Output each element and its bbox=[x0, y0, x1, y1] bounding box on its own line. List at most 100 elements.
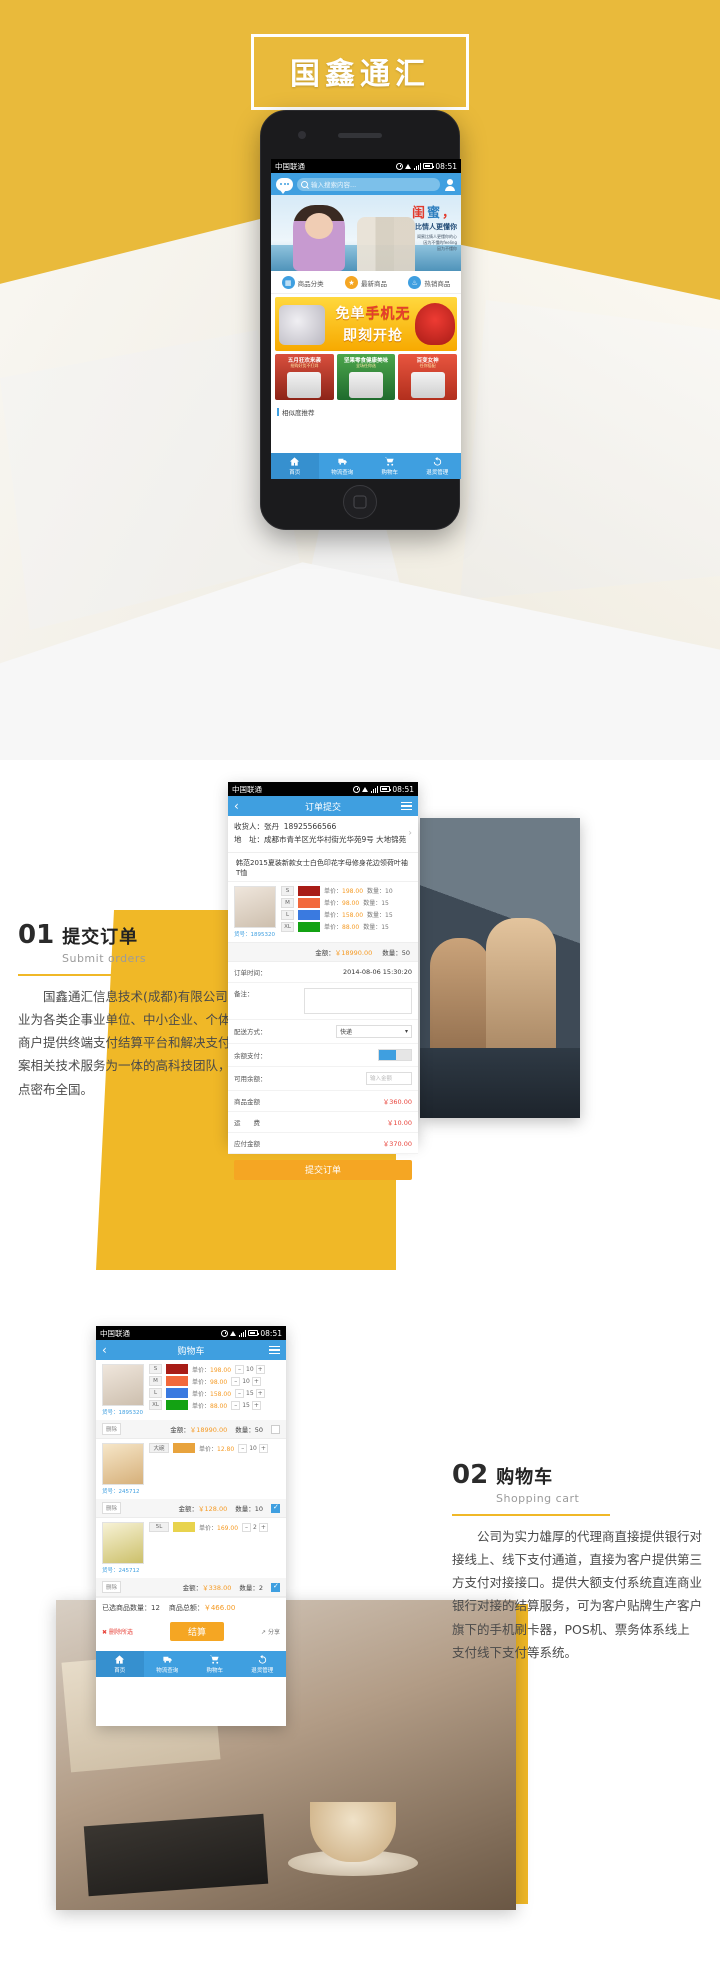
search-input[interactable]: 输入搜索内容... bbox=[297, 177, 440, 191]
note-textarea[interactable] bbox=[304, 987, 412, 1014]
order-nav-bar: ‹ 订单提交 bbox=[228, 796, 418, 816]
hero-banner[interactable]: 闺蜜， 比情人更懂你 闺蜜比情人更懂你的心 因为不懂的feeling 因为不懂你 bbox=[271, 195, 461, 271]
section2-heading: 01 提交订单 bbox=[18, 920, 253, 950]
delete-item[interactable]: 删除 bbox=[102, 1581, 122, 1593]
wifi-icon bbox=[405, 163, 412, 170]
page-title: 订单提交 bbox=[304, 802, 341, 813]
phone-screen-cart: 中国联通 08:51 ‹ 购物车 货号：1895320 S 单价：198.00 … bbox=[96, 1326, 286, 1726]
section-title: 购物车 bbox=[496, 1467, 554, 1488]
quicknav-item-category[interactable]: ▦ 商品分类 bbox=[271, 276, 334, 289]
tab-label: 退货管理 bbox=[251, 1668, 274, 1674]
brand-logo: 国鑫通汇 bbox=[251, 34, 469, 110]
product-thumb-block: 货号：245712 bbox=[102, 1443, 144, 1495]
signal-icon bbox=[239, 1330, 247, 1337]
menu-icon[interactable] bbox=[269, 1345, 280, 1355]
share-button[interactable]: ↗ 分享 bbox=[261, 1627, 280, 1636]
promo-card[interactable]: 坚果零食健康美味 全场任你选 bbox=[336, 354, 396, 400]
coupon-input[interactable]: 输入金额 bbox=[366, 1071, 412, 1085]
shipping-select[interactable]: 快递 ▾ bbox=[336, 1024, 412, 1038]
product-thumb-block: 货号：1895320 bbox=[234, 885, 276, 938]
color-swatch bbox=[166, 1364, 188, 1374]
item-checkbox[interactable] bbox=[271, 1582, 280, 1592]
promo-card[interactable]: 百变女神 任你搭配 bbox=[398, 354, 458, 400]
tab-logistics[interactable]: 物流查询 bbox=[319, 453, 367, 479]
size-badge: XL bbox=[281, 921, 294, 932]
cart-total-row: 已选商品数量：12 商品总额：￥466.00 bbox=[96, 1597, 286, 1618]
promo-card[interactable]: 五月狂欢来袭 抢购好货不打烊 bbox=[275, 354, 334, 400]
delete-item[interactable]: 删除 bbox=[102, 1502, 122, 1514]
quantity-stepper[interactable]: –15 + bbox=[231, 1400, 261, 1410]
unit-price: 单价：198.00 bbox=[192, 1366, 232, 1374]
address-label: 地 址： bbox=[234, 834, 264, 844]
minus-icon: – bbox=[238, 1443, 248, 1453]
unit-price: 单价：198.00 bbox=[324, 888, 364, 895]
cart-item-summary: 删除 金额：￥338.00 数量：2 bbox=[96, 1578, 286, 1596]
order-note-row: 备注： bbox=[228, 982, 418, 1020]
quantity: 数量：15 bbox=[363, 900, 389, 907]
new-icon: ★ bbox=[344, 276, 358, 289]
battery-icon bbox=[423, 163, 435, 169]
delete-button: 删除 bbox=[102, 1502, 122, 1514]
unit-price: 单价：98.00 bbox=[324, 900, 360, 907]
promo-banner[interactable]: 免单手机无 即刻开抢 bbox=[275, 297, 457, 351]
receiver-address-row[interactable]: 收货人：张丹 18925566566 地 址：成都市青羊区光华村街光华苑9号 大… bbox=[228, 816, 418, 853]
quantity-stepper[interactable]: –15 + bbox=[235, 1388, 265, 1398]
order-time-row: 订单时间： 2014-08-06 15:30:20 bbox=[228, 961, 418, 983]
tab-cart[interactable]: 购物车 bbox=[191, 1651, 239, 1677]
product-sn: 货号：1895320 bbox=[102, 1410, 143, 1416]
product-thumb-block: 货号：245712 bbox=[102, 1522, 144, 1574]
size-badge: XL bbox=[149, 1400, 162, 1410]
item-checkbox[interactable] bbox=[271, 1503, 280, 1513]
shipping-label: 配送方式： bbox=[234, 1028, 267, 1036]
clock-time: 08:51 bbox=[260, 1328, 282, 1338]
hot-icon: ♨ bbox=[408, 276, 422, 289]
shipping-value: 快递 bbox=[340, 1028, 353, 1036]
cart-item-totals: 金额：￥18990.00 数量：50 bbox=[170, 1424, 280, 1434]
tab-logistics[interactable]: 物流查询 bbox=[144, 1651, 192, 1677]
size-row: L 单价：158.00 数量：15 bbox=[281, 909, 412, 920]
receiver-label: 收货人： bbox=[234, 822, 264, 831]
tab-home[interactable]: 首页 bbox=[271, 453, 319, 479]
delete-item[interactable]: 删除 bbox=[102, 1423, 122, 1435]
checkout-button[interactable]: 结算 bbox=[169, 1622, 224, 1641]
chat-icon[interactable] bbox=[276, 177, 293, 194]
color-swatch bbox=[166, 1388, 188, 1398]
item-checkbox[interactable] bbox=[271, 1424, 280, 1434]
carrier-label: 中国联通 bbox=[100, 1328, 130, 1338]
total-amount: 商品总额：￥466.00 bbox=[168, 1604, 236, 1612]
tab-cart[interactable]: 购物车 bbox=[366, 453, 414, 479]
color-swatch bbox=[173, 1522, 195, 1532]
product-thumb-block: 货号：1895320 bbox=[102, 1364, 144, 1416]
size-badge: L bbox=[149, 1388, 162, 1398]
delete-selected-button[interactable]: ✖ 删除所选 bbox=[102, 1627, 133, 1636]
account-icon[interactable] bbox=[444, 178, 456, 191]
receiver-name: 张丹 bbox=[264, 822, 279, 831]
truck-icon bbox=[338, 458, 347, 465]
tab-returns[interactable]: 退货管理 bbox=[414, 453, 462, 479]
quantity-stepper[interactable]: –2 + bbox=[242, 1522, 268, 1532]
photo-table bbox=[420, 1048, 580, 1118]
quantity-stepper[interactable]: –10 + bbox=[231, 1376, 261, 1386]
status-bar: 中国联通 08:51 bbox=[228, 782, 418, 796]
phone-home-button[interactable] bbox=[343, 485, 377, 519]
banner-model-group bbox=[357, 217, 415, 271]
menu-icon[interactable] bbox=[401, 801, 412, 811]
tab-returns[interactable]: 退货管理 bbox=[239, 1651, 287, 1677]
tab-home[interactable]: 首页 bbox=[96, 1651, 144, 1677]
quantity: 数量：15 bbox=[367, 912, 393, 919]
quicknav-item-hot[interactable]: ♨ 热销商品 bbox=[398, 276, 461, 289]
color-swatch bbox=[298, 897, 320, 908]
size-list: 5L 单价：169.00 –2 + bbox=[149, 1522, 280, 1574]
quantity-stepper[interactable]: –10 + bbox=[238, 1443, 268, 1453]
search-icon bbox=[301, 180, 308, 188]
unit-price: 单价：158.00 bbox=[192, 1390, 232, 1398]
size-row: 5L 单价：169.00 –2 + bbox=[149, 1522, 280, 1532]
quantity-stepper[interactable]: –10 + bbox=[235, 1364, 265, 1374]
size-badge: S bbox=[281, 885, 294, 896]
size-row: XL 单价：88.00 数量：15 bbox=[281, 921, 412, 932]
balance-toggle[interactable] bbox=[378, 1048, 412, 1061]
quicknav-item-new[interactable]: ★ 最新商品 bbox=[334, 276, 397, 289]
promo-card-thumb bbox=[349, 372, 383, 398]
balance-label: 余额支付： bbox=[234, 1051, 267, 1060]
submit-order-button[interactable]: 提交订单 bbox=[234, 1159, 412, 1180]
